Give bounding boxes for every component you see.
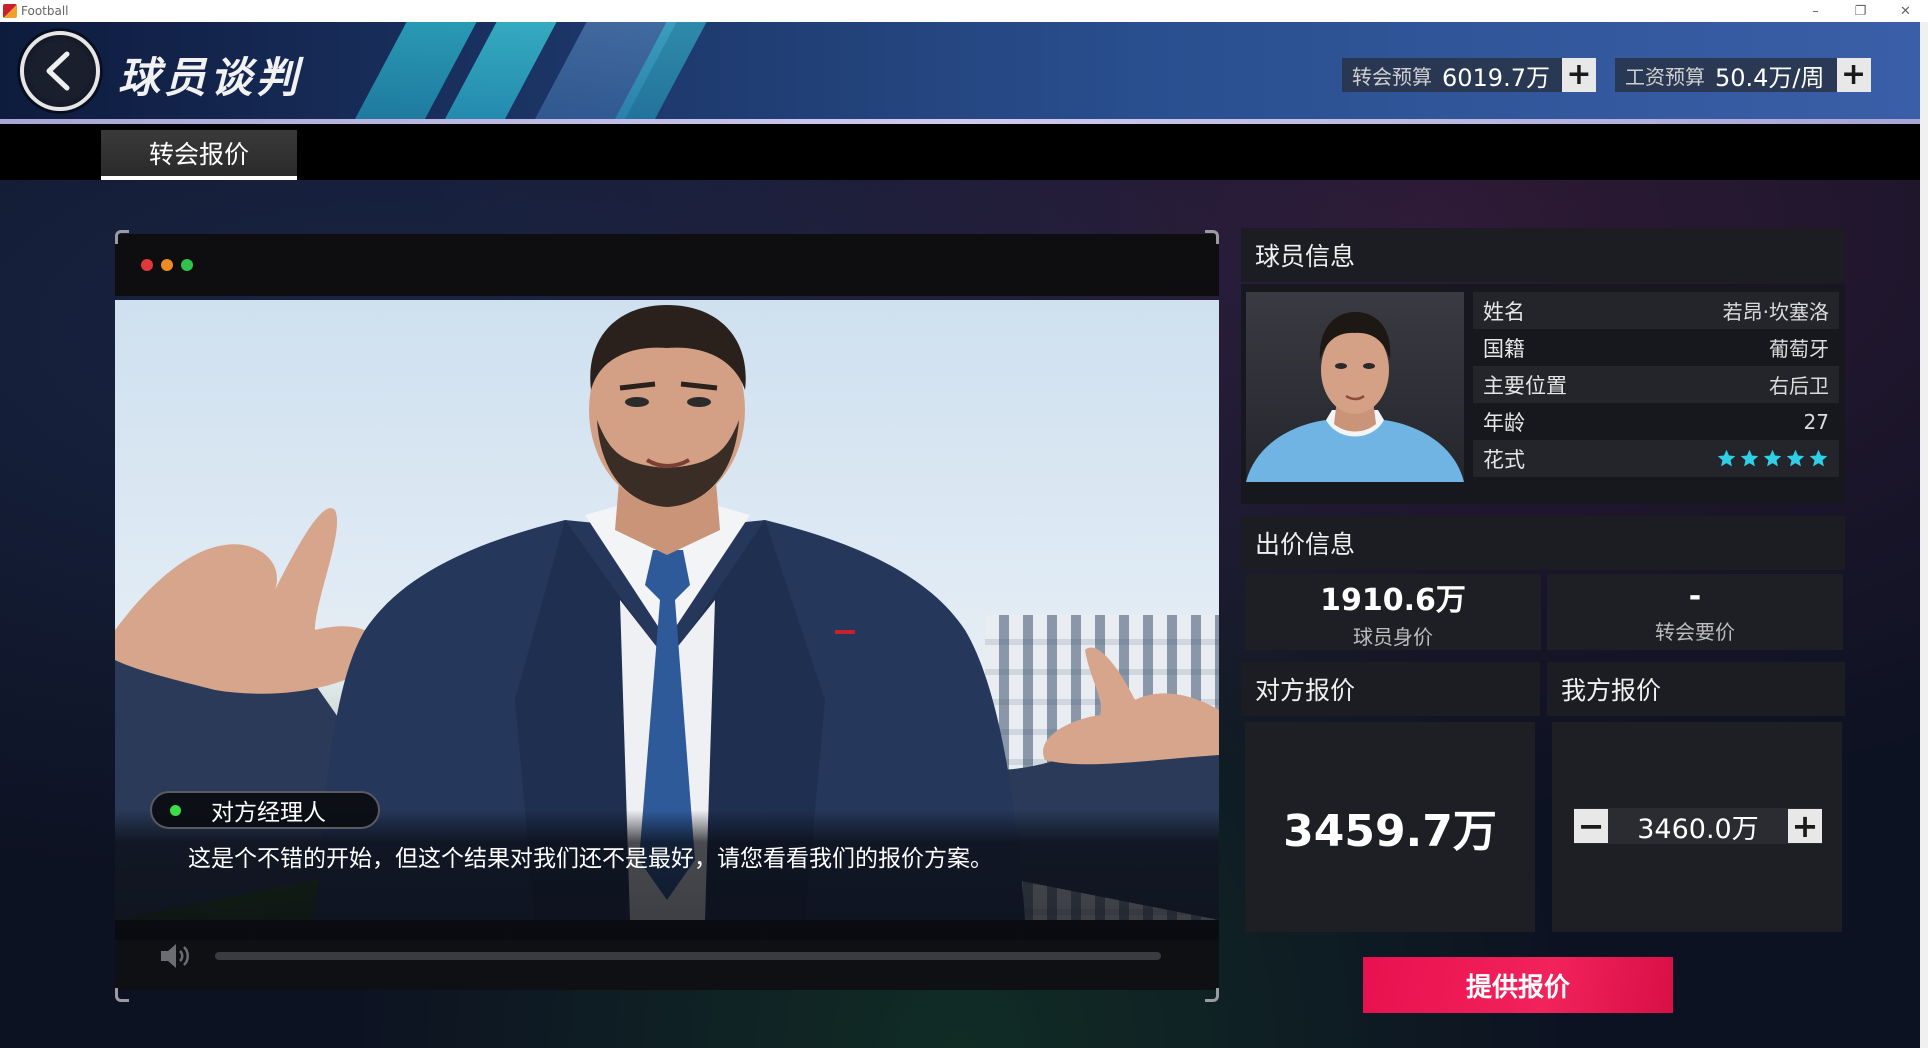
video-progress-bar[interactable] — [215, 952, 1161, 960]
wage-budget-label: 工资预算 — [1625, 64, 1705, 89]
player-info-panel: 姓名 若昂·坎塞洛 国籍 葡萄牙 主要位置 右后卫 年龄 27 花式 — [1241, 284, 1845, 504]
header-bar: 球员谈判 转会预算 6019.7万 + 工资预算 50.4万/周 + — [0, 22, 1920, 119]
skill-stars — [1716, 448, 1829, 469]
window-edge — [1920, 22, 1928, 1048]
their-offer-header: 对方报价 — [1241, 662, 1540, 716]
negotiation-video-panel: 对方经理人 这是个不错的开始，但这个结果对我们还不是最好，请您看看我们的报价方案… — [115, 230, 1219, 1002]
player-portrait — [1246, 292, 1464, 482]
decrease-offer-button[interactable]: − — [1574, 809, 1608, 843]
speaker-tag: 对方经理人 — [150, 791, 380, 829]
info-label: 国籍 — [1483, 336, 1525, 361]
red-dot-icon — [141, 259, 153, 271]
player-value-amount: 1910.6万 — [1320, 582, 1466, 618]
subtitle-backdrop — [115, 810, 1219, 940]
our-offer-stepper: − 3460.0万 + — [1574, 807, 1822, 846]
green-dot-icon — [181, 259, 193, 271]
info-row-name: 姓名 若昂·坎塞洛 — [1473, 292, 1839, 329]
back-button[interactable] — [20, 31, 100, 111]
add-wage-budget-button[interactable]: + — [1836, 58, 1871, 92]
their-offer-box: 3459.7万 — [1245, 722, 1535, 932]
info-value: 若昂·坎塞洛 — [1722, 300, 1829, 324]
volume-icon[interactable] — [159, 942, 191, 970]
player-value-card: 1910.6万 球员身价 — [1245, 574, 1541, 650]
restore-button[interactable]: ❐ — [1838, 0, 1883, 22]
submit-offer-button[interactable]: 提供报价 — [1363, 957, 1673, 1013]
info-label: 年龄 — [1483, 410, 1525, 435]
info-row-nationality: 国籍 葡萄牙 — [1473, 329, 1839, 366]
star-icon — [1717, 449, 1736, 467]
increase-offer-button[interactable]: + — [1787, 809, 1822, 843]
speaking-indicator-icon — [170, 804, 181, 816]
dialogue-subtitle: 这是个不错的开始，但这个结果对我们还不是最好，请您看看我们的报价方案。 — [188, 846, 993, 872]
transfer-ask-amount: - — [1688, 579, 1702, 614]
star-icon — [1786, 449, 1805, 467]
frame-corner — [1205, 988, 1219, 1002]
video-window-bar — [115, 234, 1219, 296]
star-icon — [1809, 449, 1828, 467]
transfer-ask-card: - 转会要价 — [1547, 574, 1843, 650]
their-offer-title: 对方报价 — [1255, 676, 1356, 705]
star-icon — [1740, 449, 1759, 467]
info-value: 27 — [1803, 409, 1829, 434]
transfer-budget-label: 转会预算 — [1352, 64, 1432, 89]
window-title: Football — [21, 4, 69, 18]
our-offer-amount[interactable]: 3460.0万 — [1637, 807, 1758, 846]
player-info-title: 球员信息 — [1255, 242, 1356, 271]
their-offer-amount: 3459.7万 — [1283, 806, 1497, 857]
info-row-age: 年龄 27 — [1473, 403, 1839, 440]
our-offer-box: − 3460.0万 + — [1552, 722, 1842, 932]
star-icon — [1763, 449, 1782, 467]
bid-info-header: 出价信息 — [1241, 516, 1845, 570]
page-title: 球员谈判 — [118, 53, 303, 102]
info-label: 花式 — [1483, 447, 1525, 472]
transfer-budget: 转会预算 6019.7万 + — [1342, 58, 1596, 92]
add-transfer-budget-button[interactable]: + — [1561, 58, 1596, 92]
transfer-ask-label: 转会要价 — [1655, 620, 1735, 644]
info-value: 右后卫 — [1769, 374, 1829, 398]
frame-corner — [1205, 230, 1219, 244]
close-button[interactable]: ✕ — [1883, 0, 1928, 22]
bid-info-title: 出价信息 — [1255, 530, 1356, 559]
tab-bar: 转会报价 — [0, 124, 1920, 180]
info-row-skill: 花式 — [1473, 440, 1839, 477]
our-offer-header: 我方报价 — [1547, 662, 1845, 716]
back-arrow-icon — [46, 51, 70, 91]
player-avatar — [1246, 312, 1464, 482]
tab-transfer-offer[interactable]: 转会报价 — [101, 130, 297, 180]
frame-corner — [115, 230, 129, 244]
transfer-budget-value: 6019.7万 — [1442, 63, 1550, 92]
game-window: 球员谈判 转会预算 6019.7万 + 工资预算 50.4万/周 + 转会报价 — [0, 22, 1920, 1048]
frame-corner — [115, 988, 129, 1002]
minimize-button[interactable]: – — [1793, 0, 1838, 22]
info-value: 葡萄牙 — [1769, 337, 1829, 361]
player-value-label: 球员身价 — [1353, 624, 1433, 649]
player-info-header: 球员信息 — [1241, 228, 1845, 282]
info-label: 姓名 — [1483, 299, 1525, 324]
info-label: 主要位置 — [1483, 373, 1567, 398]
wage-budget-value: 50.4万/周 — [1715, 63, 1825, 92]
window-titlebar: Football – ❐ ✕ — [0, 0, 1928, 22]
our-offer-title: 我方报价 — [1561, 676, 1662, 705]
speaker-name: 对方经理人 — [211, 800, 326, 826]
info-row-position: 主要位置 右后卫 — [1473, 366, 1839, 403]
app-icon — [3, 4, 17, 18]
wage-budget: 工资预算 50.4万/周 + — [1615, 58, 1871, 92]
orange-dot-icon — [161, 259, 173, 271]
player-info-table: 姓名 若昂·坎塞洛 国籍 葡萄牙 主要位置 右后卫 年龄 27 花式 — [1473, 292, 1839, 477]
